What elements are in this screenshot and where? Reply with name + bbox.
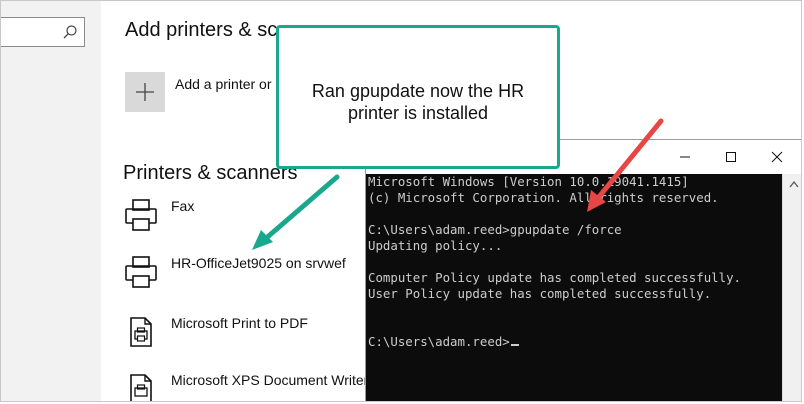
minimize-icon xyxy=(680,156,690,158)
console-prompt: C:\Users\adam.reed> xyxy=(368,334,510,349)
add-printer-button[interactable] xyxy=(125,72,165,112)
search-icon[interactable] xyxy=(62,24,78,40)
pdf-printer-icon xyxy=(130,317,152,347)
close-icon xyxy=(771,151,783,163)
printer-name: Microsoft XPS Document Writer xyxy=(171,372,369,388)
command-prompt-window[interactable]: Microsoft Windows [Version 10.0.19041.14… xyxy=(365,139,801,401)
printer-icon xyxy=(125,199,157,231)
console-line: (c) Microsoft Corporation. All rights re… xyxy=(368,190,719,205)
text-cursor xyxy=(510,344,519,346)
console-scrollbar[interactable] xyxy=(782,174,801,401)
maximize-button[interactable] xyxy=(708,140,754,174)
printer-name: Microsoft Print to PDF xyxy=(171,315,308,331)
callout-text: Ran gpupdate now the HR printer is insta… xyxy=(279,80,557,124)
close-button[interactable] xyxy=(754,140,800,174)
console-line: Microsoft Windows [Version 10.0.19041.14… xyxy=(368,174,689,189)
scroll-up-arrow-icon[interactable] xyxy=(789,180,799,188)
pdf-printer-icon xyxy=(130,374,152,401)
printer-name: Fax xyxy=(171,198,195,214)
printer-name: HR-OfficeJet9025 on srvwef xyxy=(171,255,346,271)
console-line: C:\Users\adam.reed>gpupdate /force xyxy=(368,222,622,237)
minimize-button[interactable] xyxy=(662,140,708,174)
settings-sidebar xyxy=(1,1,101,401)
callout-line: printer is installed xyxy=(347,103,489,123)
console-output[interactable]: Microsoft Windows [Version 10.0.19041.14… xyxy=(366,174,782,401)
printers-scanners-heading: Printers & scanners xyxy=(123,162,298,184)
printer-icon xyxy=(125,256,157,288)
printer-item-xps-writer[interactable]: Microsoft XPS Document Writer xyxy=(123,371,383,401)
add-printer-label[interactable]: Add a printer or xyxy=(175,76,272,92)
console-line: Updating policy... xyxy=(368,238,503,253)
annotation-callout: Ran gpupdate now the HR printer is insta… xyxy=(276,25,560,169)
search-input[interactable] xyxy=(1,17,85,47)
add-printers-heading: Add printers & sc xyxy=(125,19,278,41)
console-line: User Policy update has completed success… xyxy=(368,286,712,301)
console-line: Computer Policy update has completed suc… xyxy=(368,270,741,285)
plus-icon xyxy=(136,83,154,101)
console-prompt-line[interactable]: C:\Users\adam.reed> xyxy=(368,334,519,349)
callout-line: Ran gpupdate now the HR xyxy=(311,81,525,101)
maximize-icon xyxy=(726,152,736,162)
screenshot-frame: Add printers & sc Add a printer or Print… xyxy=(0,0,802,402)
printer-item-print-to-pdf[interactable]: Microsoft Print to PDF xyxy=(123,314,383,350)
printer-item-fax[interactable]: Fax xyxy=(123,197,383,233)
printer-item-hr-officejet[interactable]: HR-OfficeJet9025 on srvwef xyxy=(123,254,383,290)
